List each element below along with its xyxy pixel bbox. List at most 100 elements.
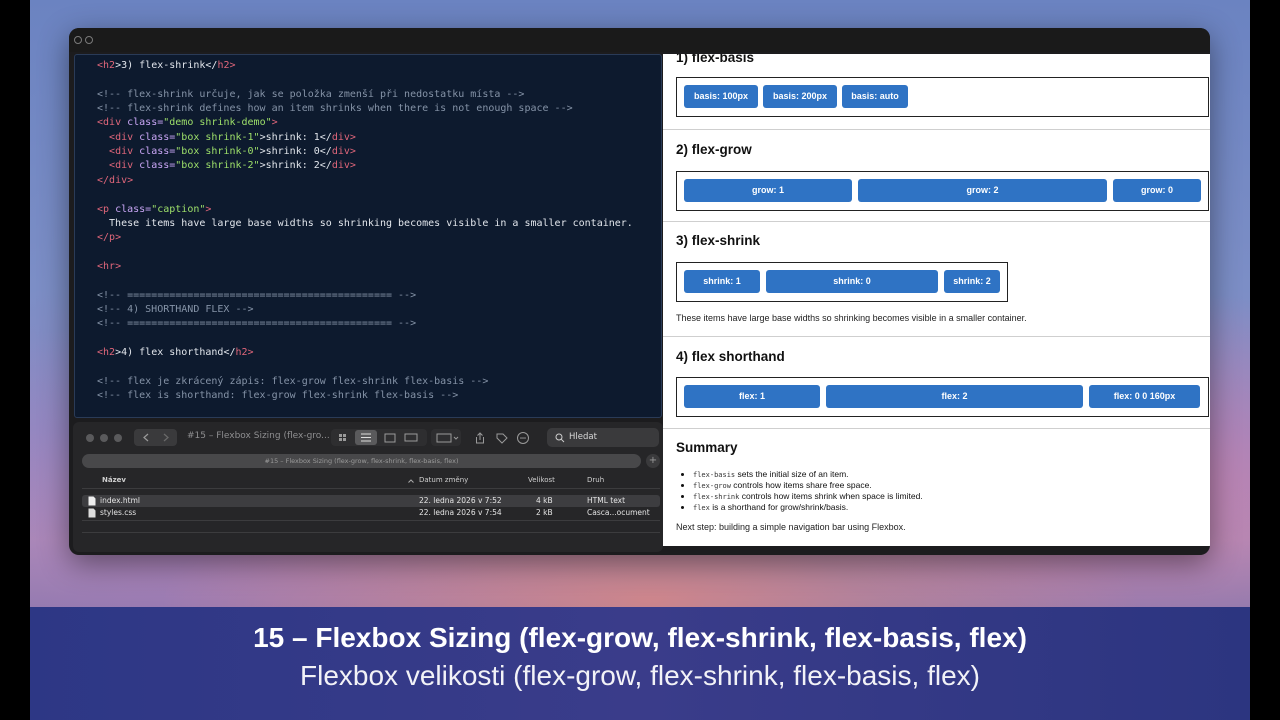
code-token: These items have large base widths so sh… [97,217,633,229]
video-subtitle: Flexbox velikosti (flex-grow, flex-shrin… [300,660,980,691]
search-placeholder: Hledat [569,432,597,442]
code-token: <!-- ===================================… [97,289,417,301]
code-token: "box shrink-2" [175,160,260,172]
close-window-icon[interactable] [74,36,82,44]
back-forward-buttons[interactable] [134,429,177,446]
code-line: <div class="box shrink-2">shrink: 2</div… [97,159,356,173]
file-row[interactable]: styles.css 22. ledna 2026 v 7:54 2 kB Ca… [82,507,660,519]
summary-code: flex-basis [693,471,736,479]
shrink-box: shrink: 1 [684,270,760,293]
file-size: 4 kB [536,496,553,505]
code-token: class= [139,131,176,143]
demo-grow: grow: 1 grow: 2 grow: 0 [676,171,1209,211]
code-line: <h2>4) flex shorthand</h2> [97,346,254,360]
demo-shorthand: flex: 1 flex: 2 flex: 0 0 160px [676,377,1209,417]
video-title: 15 – Flexbox Sizing (flex-grow, flex-shr… [253,622,1027,653]
summary-item: flex-shrink controls how items shrink wh… [681,491,923,501]
code-token: >4) flex shorthand</ [115,347,236,358]
shrink-caption: These items have large base widths so sh… [676,313,1027,323]
heading-flex-basis: 1) flex-basis [676,54,755,65]
main-window: <h2>3) flex-shrink</h2> <!-- flex-shrink … [69,28,1210,555]
summary-item: flex-grow controls how items share free … [681,480,872,490]
code-token: <!-- flex je zkrácený zápis: flex-grow f… [97,375,489,387]
html-file-icon [88,496,96,506]
code-line: <!-- ===================================… [97,317,416,331]
code-token: class= [139,146,176,158]
shorthand-box: flex: 2 [826,385,1083,408]
heading-flex-shorthand: 4) flex shorthand [676,349,785,364]
shrink-box: shrink: 2 [944,270,1000,293]
view-mode-buttons[interactable] [331,429,427,446]
summary-code: flex [693,504,710,512]
summary-text: controls how items shrink when space is … [739,491,923,501]
code-line: </div> [97,174,133,188]
code-editor[interactable]: <h2>3) flex-shrink</h2> <!-- flex-shrink … [74,54,662,418]
sort-chevron-icon[interactable] [407,477,415,485]
basis-box: basis: 100px [684,85,758,108]
finder-minimize-icon[interactable] [100,434,108,442]
add-tab-icon[interactable]: + [646,454,660,468]
grow-box: grow: 0 [1113,179,1201,202]
group-button[interactable] [431,429,461,446]
code-line: These items have large base widths so sh… [97,217,633,231]
code-token: div [331,131,350,143]
view-icons[interactable] [331,429,427,446]
code-token: <!-- 4) SHORTHAND FLEX --> [97,303,254,315]
shrink-box: shrink: 0 [766,270,938,293]
code-token: "caption" [151,203,206,215]
chevron-left-icon[interactable] [134,429,177,446]
finder-zoom-icon[interactable] [114,434,122,442]
divider [663,221,1210,222]
code-token: < [97,131,116,143]
share-tag-more-icons[interactable] [473,430,543,446]
code-token: "box shrink-1" [175,131,260,143]
summary-text: is a shorthand for grow/shrink/basis. [709,502,849,512]
code-token: < [97,160,116,172]
search-icon [555,433,565,443]
code-token: h2 [103,347,116,358]
code-line: <!-- 4) SHORTHAND FLEX --> [97,303,254,317]
code-token: class= [127,117,164,129]
minimize-window-icon[interactable] [85,36,93,44]
code-token: </ [97,174,110,186]
code-line: <div class="demo shrink-demo"> [97,116,278,130]
code-line: <h2>3) flex-shrink</h2> [97,59,236,73]
path-bar[interactable]: #15 – Flexbox Sizing (flex-grow, flex-sh… [82,454,641,468]
code-line: <!-- flex-shrink defines how an item shr… [97,102,573,116]
shorthand-box: flex: 0 0 160px [1089,385,1200,408]
code-line: <div class="box shrink-1">shrink: 1</div… [97,131,356,145]
file-name: styles.css [100,508,137,517]
code-token: hr [103,260,116,272]
grid-icon [436,433,459,443]
row-divider [82,532,660,533]
row-divider [82,520,660,521]
finder-title: #15 – Flexbox Sizing (flex-gro... [187,431,330,441]
code-token: <!-- ===================================… [97,318,417,330]
column-kind[interactable]: Druh [587,476,604,484]
column-date[interactable]: Datum změny [419,476,468,484]
basis-box: basis: 200px [763,85,837,108]
letterbox-right [1250,0,1280,720]
code-token: > [271,117,278,129]
code-token: >3) flex-shrink</ [115,60,218,71]
file-date: 22. ledna 2026 v 7:54 [419,508,502,517]
heading-flex-grow: 2) flex-grow [676,142,752,157]
code-token: >shrink: 1</ [259,131,332,143]
file-kind: HTML text [587,496,626,505]
code-token: > [115,260,122,272]
code-token: div [331,160,350,172]
basis-box: basis: auto [842,85,908,108]
code-token: h2 [235,347,248,358]
file-row[interactable]: index.html 22. ledna 2026 v 7:52 4 kB HT… [82,495,660,507]
column-name[interactable]: Název [102,476,126,484]
code-line: <!-- flex je zkrácený zápis: flex-grow f… [97,375,488,389]
column-size[interactable]: Velikost [528,476,555,484]
code-token: div [109,174,128,186]
code-token: <!-- flex-shrink určuje, jak se položka … [97,88,525,100]
code-line: <!-- flex is shorthand: flex-grow flex-s… [97,389,458,403]
code-token: class= [115,203,152,215]
finder-search-field[interactable]: Hledat [547,428,659,447]
summary-text: sets the initial size of an item. [735,469,849,479]
code-token: "demo shrink-demo" [163,117,272,129]
finder-close-icon[interactable] [86,434,94,442]
